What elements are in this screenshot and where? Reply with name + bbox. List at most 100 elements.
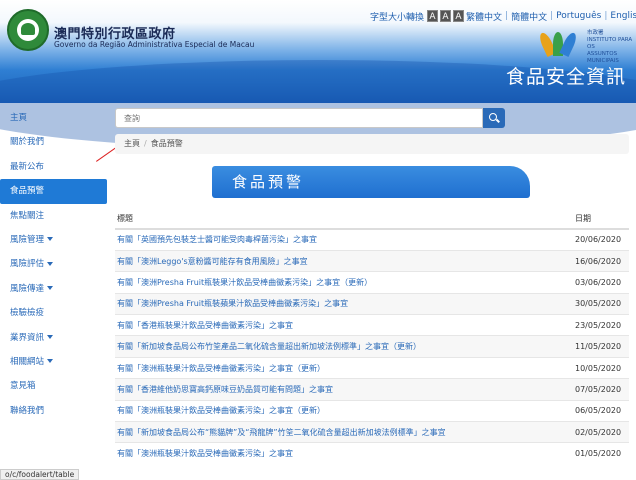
iam-text: 市政署 INSTITUTO PARA OS ASSUNTOS MUNICIPAI… bbox=[587, 30, 636, 65]
table-body: 有關「英國預先包裝芝士醬可能受肉毒桿菌污染」之事宜 20/06/2020 有關「澳洲… bbox=[115, 228, 629, 465]
alert-title-link[interactable]: 有關「澳洲瓶裝果汁飲品受棒曲黴素污染」之事宜（更新） bbox=[115, 399, 573, 422]
sidebar-item-label: 業界資訊 bbox=[10, 332, 45, 343]
alert-title-link[interactable]: 有關「香港瓶裝果汁飲品受棒曲黴素污染」之事宜 bbox=[115, 314, 573, 336]
sidebar-item[interactable]: 檢驗檢疫 bbox=[0, 301, 107, 325]
sidebar-item[interactable]: 意見箱 bbox=[0, 374, 107, 398]
font-size-large-button[interactable]: A bbox=[453, 10, 465, 22]
header: 澳門特別行政區政府 Governo da Região Administrati… bbox=[0, 0, 636, 150]
column-header-date: 日期 bbox=[573, 208, 629, 230]
sidebar-item-label: 意見箱 bbox=[10, 381, 36, 392]
top-navigation: 字型大小轉換 A A A 繁體中文 | 簡體中文 | Português | E… bbox=[370, 10, 636, 23]
alert-date: 01/05/2020 bbox=[573, 442, 629, 465]
sidebar-item[interactable]: 業界資訊 bbox=[0, 326, 107, 350]
alert-title-link[interactable]: 有關「新加坡食品局公布竹筌產品二氧化硫含量超出新加坡法例標準」之事宜（更新） bbox=[115, 335, 573, 358]
macau-emblem-logo[interactable] bbox=[7, 9, 49, 51]
alert-date: 20/06/2020 bbox=[573, 228, 629, 251]
table-row: 有關「香港瓶裝果汁飲品受棒曲黴素污染」之事宜 23/05/2020 bbox=[115, 314, 629, 336]
alert-title-link[interactable]: 有關「香港維他奶思寶高鈣原味豆奶品質可能有問題」之事宜 bbox=[115, 378, 573, 401]
caret-down-icon bbox=[47, 359, 54, 364]
table-row: 有關「英國預先包裝芝士醬可能受肉毒桿菌污染」之事宜 20/06/2020 bbox=[115, 228, 629, 251]
iam-leaf-logo[interactable] bbox=[537, 28, 579, 57]
caret-down-icon bbox=[47, 286, 54, 291]
alert-title-link[interactable]: 有關「澳洲Presha Fruit瓶裝果汁飲品受棒曲黴素污染」之事宜（更新） bbox=[115, 271, 573, 294]
lotus-icon bbox=[21, 23, 35, 35]
sidebar-item-label: 風險管理 bbox=[10, 234, 45, 245]
table-row: 有關「香港維他奶思寶高鈣原味豆奶品質可能有問題」之事宜 07/05/2020 bbox=[115, 378, 629, 401]
breadcrumb-separator: / bbox=[144, 139, 147, 148]
food-alert-table: 標題 日期 有關「英國預先包裝芝士醬可能受肉毒桿菌污染」之事宜 20/06/202… bbox=[115, 208, 629, 465]
font-size-label: 字型大小轉換 bbox=[370, 12, 425, 23]
browser-status-bar: o/c/foodalert/table bbox=[0, 469, 80, 480]
table-row: 有關「新加坡食品局公布“熊貓牌”及“飛龍牌”竹筌二氧化硫含量超出新加坡法例標準」… bbox=[115, 421, 629, 443]
sidebar-item-label: 風險傳達 bbox=[10, 283, 45, 294]
sidebar-item-label: 主頁 bbox=[10, 113, 28, 123]
alert-title-link[interactable]: 有關「澳洲瓶裝果汁飲品受棒曲黴素污染」之事宜 bbox=[115, 442, 573, 465]
sidebar-item-label: 檢驗檢疫 bbox=[10, 308, 45, 319]
page: 澳門特別行政區政府 Governo da Região Administrati… bbox=[0, 0, 636, 480]
sidebar: 主頁關於我們最新公布食品預警焦點關注風險管理風險評估風險傳達檢驗檢疫業界資訊相關… bbox=[0, 106, 107, 423]
font-size-small-button[interactable]: A bbox=[427, 10, 439, 22]
lang-english[interactable]: English bbox=[610, 11, 636, 21]
alert-date: 30/05/2020 bbox=[573, 292, 629, 315]
leaf-blue bbox=[559, 31, 579, 57]
table-row: 有關「新加坡食品局公布竹筌產品二氧化硫含量超出新加坡法例標準」之事宜（更新） 11… bbox=[115, 335, 629, 358]
sidebar-item-label: 關於我們 bbox=[10, 137, 45, 148]
sidebar-item[interactable]: 風險管理 bbox=[0, 228, 107, 252]
table-row: 有關「澳洲Leggo's意粉醬可能存有食用風險」之事宜 16/06/2020 bbox=[115, 249, 629, 272]
breadcrumb-home[interactable]: 主頁 bbox=[124, 139, 140, 148]
column-header-title: 標題 bbox=[115, 208, 573, 230]
gov-name-pt[interactable]: Governo da Região Administrativa Especia… bbox=[54, 40, 254, 49]
site-title[interactable]: 食品安全資訊 bbox=[506, 62, 626, 89]
sidebar-item[interactable]: 焦點關注 bbox=[0, 204, 107, 228]
table-header-row: 標題 日期 bbox=[115, 208, 629, 230]
alert-date: 03/06/2020 bbox=[573, 271, 629, 294]
alert-date: 16/06/2020 bbox=[573, 249, 629, 272]
caret-down-icon bbox=[47, 335, 54, 340]
alert-title-link[interactable]: 有關「澳洲瓶裝果汁飲品受棒曲黴素污染」之事宜（更新） bbox=[115, 356, 573, 379]
sidebar-item[interactable]: 風險傳達 bbox=[0, 277, 107, 301]
table-row: 有關「澳洲Presha Fruit瓶裝蘋果汁飲品受棒曲黴素污染」之事宜 30/05… bbox=[115, 292, 629, 315]
sidebar-item[interactable]: 關於我們 bbox=[0, 130, 107, 154]
caret-down-icon bbox=[47, 261, 54, 266]
alert-date: 06/05/2020 bbox=[573, 399, 629, 422]
sidebar-item[interactable]: 風險評估 bbox=[0, 252, 107, 276]
sidebar-item[interactable]: 食品預警 bbox=[0, 179, 107, 204]
alert-date: 23/05/2020 bbox=[573, 314, 629, 336]
iam-text-zh: 市政署 bbox=[587, 30, 604, 36]
lang-simplified-chinese[interactable]: 簡體中文 bbox=[511, 10, 547, 23]
table-row: 有關「澳洲瓶裝果汁飲品受棒曲黴素污染」之事宜（更新） 06/05/2020 bbox=[115, 399, 629, 422]
sidebar-item-label: 風險評估 bbox=[10, 259, 45, 270]
sidebar-item[interactable]: 最新公布 bbox=[0, 155, 107, 179]
alert-title-link[interactable]: 有關「澳洲Presha Fruit瓶裝蘋果汁飲品受棒曲黴素污染」之事宜 bbox=[115, 292, 573, 315]
search-input[interactable]: 查詢 bbox=[115, 108, 483, 128]
table-row: 有關「澳洲瓶裝果汁飲品受棒曲黴素污染」之事宜 01/05/2020 bbox=[115, 442, 629, 465]
iam-text-pt-1: INSTITUTO PARA OS bbox=[587, 37, 633, 50]
alert-title-link[interactable]: 有關「英國預先包裝芝士醬可能受肉毒桿菌污染」之事宜 bbox=[115, 228, 573, 251]
alert-title-link[interactable]: 有關「澳洲Leggo's意粉醬可能存有食用風險」之事宜 bbox=[115, 249, 573, 272]
lang-portuguese[interactable]: Português bbox=[556, 11, 601, 21]
alert-date: 10/05/2020 bbox=[573, 356, 629, 379]
sidebar-item[interactable]: 聯絡我們 bbox=[0, 399, 107, 423]
table-row: 有關「澳洲Presha Fruit瓶裝果汁飲品受棒曲黴素污染」之事宜（更新） 03… bbox=[115, 271, 629, 294]
sidebar-item[interactable]: 主頁 bbox=[0, 106, 107, 130]
search-icon-handle bbox=[496, 118, 500, 123]
breadcrumb: 主頁 / 食品預警 bbox=[115, 134, 629, 154]
font-size-medium-button[interactable]: A bbox=[440, 10, 452, 22]
alert-date: 07/05/2020 bbox=[573, 378, 629, 401]
sidebar-item-label: 相關網站 bbox=[10, 356, 45, 367]
sidebar-item-label: 聯絡我們 bbox=[10, 405, 45, 416]
sidebar-item[interactable]: 相關網站 bbox=[0, 350, 107, 374]
sidebar-item-label: 食品預警 bbox=[10, 186, 45, 197]
caret-down-icon bbox=[47, 237, 54, 242]
separator: | bbox=[505, 11, 509, 21]
separator: | bbox=[604, 11, 608, 21]
separator: | bbox=[550, 11, 554, 21]
search-button[interactable] bbox=[483, 108, 505, 128]
table-row: 有關「澳洲瓶裝果汁飲品受棒曲黴素污染」之事宜（更新） 10/05/2020 bbox=[115, 356, 629, 379]
sidebar-item-label: 焦點關注 bbox=[10, 210, 45, 221]
breadcrumb-current: 食品預警 bbox=[150, 139, 183, 148]
alert-title-link[interactable]: 有關「新加坡食品局公布“熊貓牌”及“飛龍牌”竹筌二氧化硫含量超出新加坡法例標準」… bbox=[115, 421, 573, 443]
page-title-banner: 食品預警 bbox=[212, 166, 530, 198]
sidebar-item-label: 最新公布 bbox=[10, 161, 45, 172]
lang-traditional-chinese[interactable]: 繁體中文 bbox=[466, 10, 502, 23]
